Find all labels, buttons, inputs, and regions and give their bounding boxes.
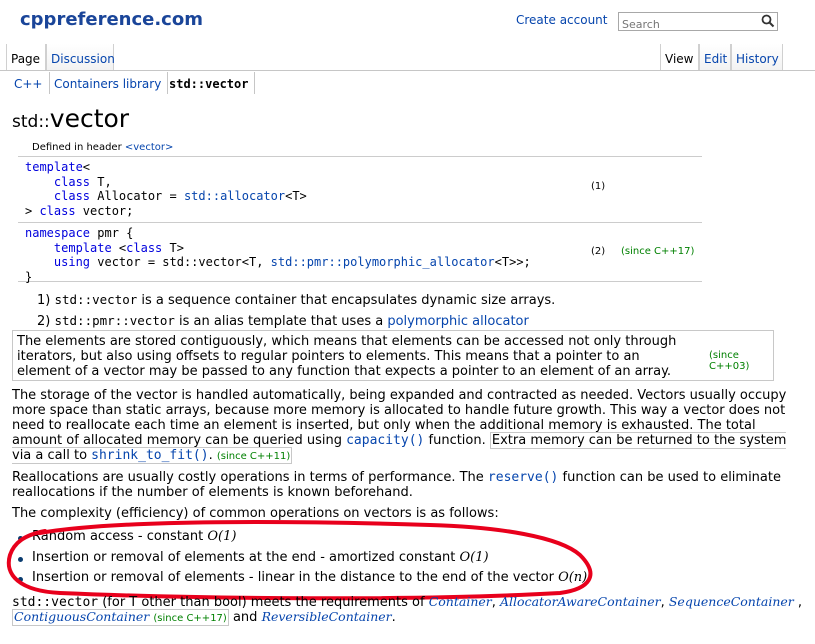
- paragraph-text: and: [228, 610, 262, 625]
- description-text: is a sequence container that encapsulate…: [137, 293, 556, 308]
- code-token: std::vector: [162, 255, 242, 269]
- declaration-1: template< class T, class Allocator = std…: [18, 156, 702, 223]
- code-text: std::vector: [12, 595, 99, 610]
- paragraph-text: .: [391, 610, 396, 625]
- description-text: is an alias template that uses a: [174, 314, 388, 329]
- std-allocator-link[interactable]: std::allocator: [184, 189, 285, 203]
- declaration-2-code: namespace pmr { template <class T> using…: [25, 226, 531, 284]
- defined-in-label: Defined in header: [32, 142, 125, 153]
- paragraph-text: Reallocations are usually costly operati…: [12, 470, 488, 485]
- header-link[interactable]: <vector>: [125, 142, 173, 153]
- declaration-2: namespace pmr { template <class T> using…: [18, 222, 702, 284]
- sequence-container-link[interactable]: SequenceContainer: [669, 594, 794, 609]
- declaration-number: (2): [591, 246, 606, 257]
- site-header: cppreference.com Create account: [0, 0, 815, 44]
- polymorphic-allocator-link[interactable]: polymorphic allocator: [387, 314, 529, 329]
- tabs-divider: [0, 70, 815, 71]
- code-token: class: [39, 203, 76, 218]
- create-account-link[interactable]: Create account: [516, 13, 608, 27]
- page-title: std::vector: [12, 104, 129, 133]
- code-token: <: [82, 160, 91, 174]
- list-item-text: Random access - constant: [32, 529, 208, 544]
- allocator-aware-container-link[interactable]: AllocatorAwareContainer: [500, 594, 661, 609]
- list-item: Insertion or removal of elements at the …: [18, 550, 489, 565]
- code-token: vector;: [75, 203, 134, 218]
- code-token: >: [25, 203, 40, 218]
- paragraph-text: function.: [424, 433, 490, 448]
- page-tabs: Page Discussion View Edit History: [0, 44, 815, 70]
- since-badge: (since C++11): [216, 451, 291, 462]
- requirements-line-1: std::vector (for T other than bool) meet…: [12, 594, 803, 610]
- code-token: <T,: [241, 255, 271, 269]
- tab-discussion[interactable]: Discussion: [46, 44, 115, 70]
- code-token: <T>: [285, 189, 307, 203]
- list-item: Insertion or removal of elements - linea…: [17, 570, 588, 585]
- contiguous-container-link[interactable]: ContiguousContainer: [14, 609, 149, 624]
- list-item-text: Insertion or removal of elements - linea…: [32, 570, 559, 585]
- code-text: std::pmr::vector: [54, 313, 175, 328]
- code-token: template: [25, 160, 83, 174]
- item-number: 1): [37, 293, 51, 308]
- breadcrumb-current: std::vector: [163, 72, 256, 94]
- code-token: }: [25, 269, 33, 284]
- declaration-number: (1): [591, 181, 606, 192]
- code-token: T,: [90, 174, 112, 189]
- code-token: using: [53, 255, 91, 269]
- tab-edit[interactable]: Edit: [699, 44, 731, 70]
- breadcrumb-containers-library[interactable]: Containers library: [48, 72, 169, 94]
- code-token: class: [126, 240, 163, 255]
- title-name: vector: [49, 104, 130, 133]
- storage-paragraph: The storage of the vector is handled aut…: [12, 388, 787, 464]
- list-item-text: Insertion or removal of elements at the …: [32, 550, 460, 565]
- paragraph-text: (for T other than bool) meets the requir…: [98, 595, 429, 610]
- search-input[interactable]: [619, 16, 755, 33]
- code-token: class: [53, 174, 91, 189]
- since-badge: (since C++17): [153, 613, 227, 624]
- since-badge: (since C++17): [621, 246, 695, 257]
- reversible-container-link[interactable]: ReversibleContainer: [262, 609, 392, 624]
- since-badge: (since C++03): [709, 350, 750, 372]
- complexity-intro: The complexity (efficiency) of common op…: [12, 506, 499, 521]
- description-item-2: 2) std::pmr::vector is an alias template…: [37, 313, 529, 329]
- shrink-to-fit-link[interactable]: shrink_to_fit(): [91, 448, 208, 463]
- defined-in-header: Defined in header <vector>: [32, 142, 173, 153]
- list-item: Random access - constant O(1): [17, 529, 237, 544]
- code-token: T>: [162, 240, 184, 255]
- container-link[interactable]: Container: [429, 594, 492, 609]
- tab-page[interactable]: Page: [6, 44, 46, 70]
- code-token: Allocator =: [90, 189, 184, 203]
- code-token: pmr {: [90, 226, 134, 240]
- description-item-1: 1) std::vector is a sequence container t…: [37, 292, 555, 308]
- code-token: namespace: [25, 226, 91, 240]
- polymorphic-allocator-link[interactable]: std::pmr::polymorphic_allocator: [271, 255, 495, 269]
- item-number: 2): [37, 314, 51, 329]
- code-text: std::vector: [54, 292, 138, 307]
- requirements-line-2: ContiguousContainer (since C++17) and Re…: [12, 609, 396, 626]
- reallocation-paragraph: Reallocations are usually costly operati…: [12, 470, 787, 500]
- search-box[interactable]: [618, 12, 778, 33]
- search-icon[interactable]: [761, 14, 775, 28]
- site-logo[interactable]: cppreference.com: [20, 9, 203, 30]
- reserve-link[interactable]: reserve(): [488, 470, 558, 485]
- big-o: O(1): [207, 529, 237, 544]
- breadcrumb-cpp[interactable]: C++: [8, 72, 50, 94]
- tab-view[interactable]: View: [660, 44, 699, 70]
- note-text: The elements are stored contiguously, wh…: [17, 334, 677, 379]
- contiguous-storage-note: The elements are stored contiguously, wh…: [12, 330, 774, 381]
- big-o: O(1): [459, 550, 489, 565]
- code-token: template: [53, 240, 112, 255]
- declaration-1-code: template< class T, class Allocator = std…: [25, 160, 307, 218]
- code-token: vector =: [90, 255, 163, 269]
- capacity-link[interactable]: capacity(): [346, 433, 424, 448]
- paragraph-text: .: [208, 448, 213, 463]
- title-namespace: std::: [12, 112, 50, 132]
- tab-history[interactable]: History: [731, 44, 783, 70]
- big-o: O(n): [558, 570, 588, 585]
- code-token: <T>>;: [494, 255, 531, 269]
- code-token: <: [111, 240, 127, 255]
- code-token: class: [53, 189, 91, 203]
